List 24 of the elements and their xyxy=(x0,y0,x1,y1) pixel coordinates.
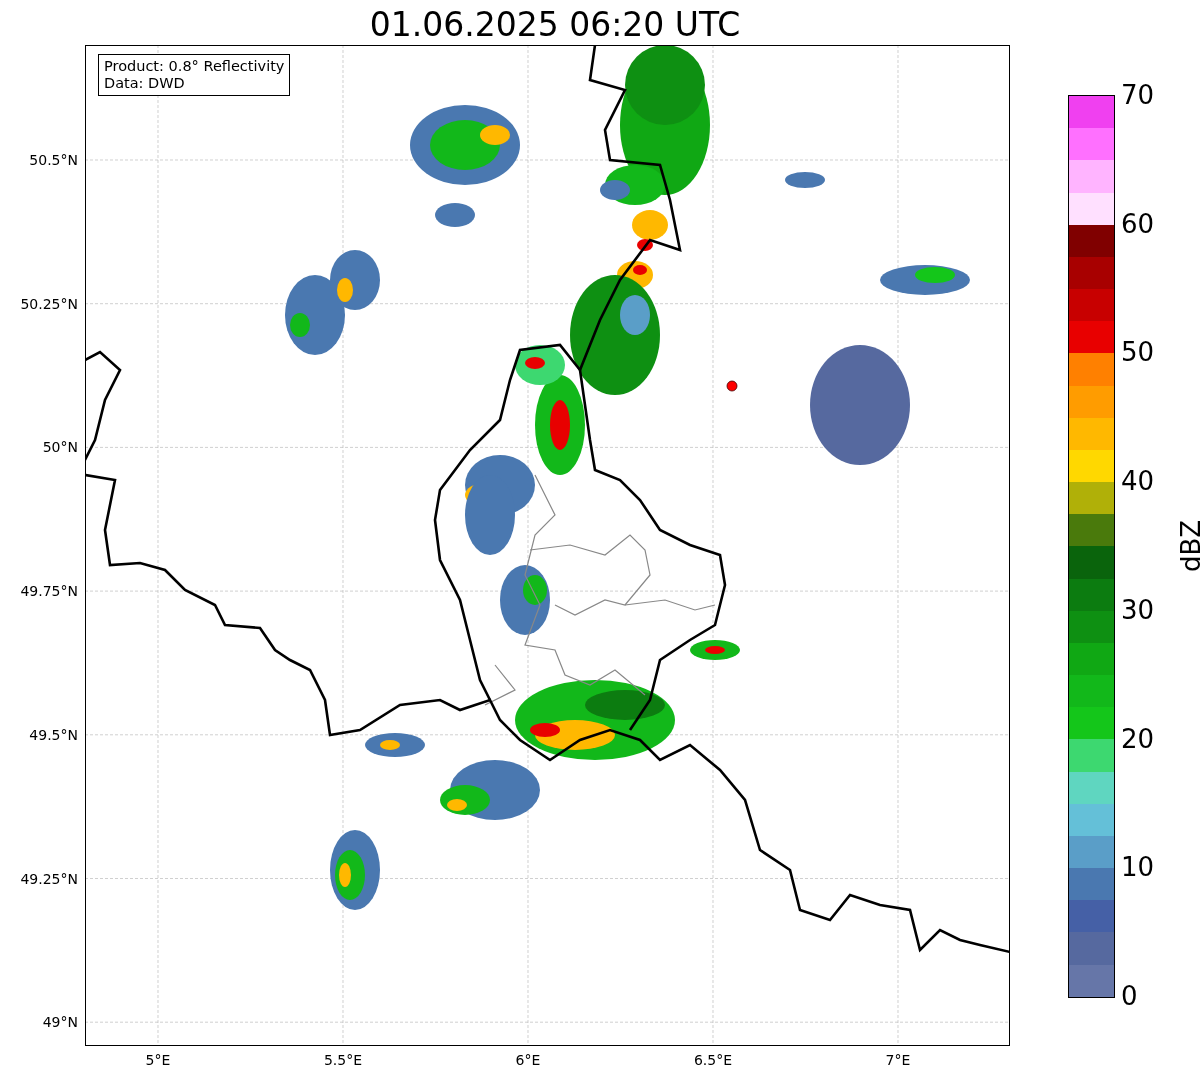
colorbar-tick-label: 10 xyxy=(1121,852,1155,883)
colorbar-tick-label: 0 xyxy=(1121,981,1138,1011)
latitude-label: 50.25°N xyxy=(20,295,78,312)
longitude-label: 7°E xyxy=(885,1052,911,1068)
colorbar-tick-label: 30 xyxy=(1121,594,1155,625)
colorbar-tick-label: 60 xyxy=(1121,208,1155,239)
chart-title: 01.06.2025 06:20 UTC xyxy=(368,4,742,45)
latitude-label: 49.75°N xyxy=(20,583,78,600)
longitude-label: 5.5°E xyxy=(323,1052,363,1068)
longitude-label: 6.5°E xyxy=(693,1052,733,1068)
latitude-label: 50°N xyxy=(42,439,78,456)
latitude-label: 49.25°N xyxy=(20,870,78,887)
latitude-label: 49.5°N xyxy=(29,726,78,743)
legend-text: Data: DWD xyxy=(104,75,186,92)
colorbar-tick-label: 20 xyxy=(1121,723,1155,754)
colorbar-label: dBZ xyxy=(1176,519,1202,572)
colorbar-tick-label: 40 xyxy=(1121,466,1155,497)
latitude-label: 49°N xyxy=(42,1014,78,1031)
longitude-label: 6°E xyxy=(515,1052,541,1068)
colorbar-tick-label: 50 xyxy=(1121,337,1155,368)
legend-text: Product: 0.8° Reflectivity xyxy=(104,58,285,75)
latitude-label: 50.5°N xyxy=(29,152,78,168)
colorbar-tick-label: 70 xyxy=(1121,80,1155,110)
longitude-label: 5°E xyxy=(145,1052,171,1068)
